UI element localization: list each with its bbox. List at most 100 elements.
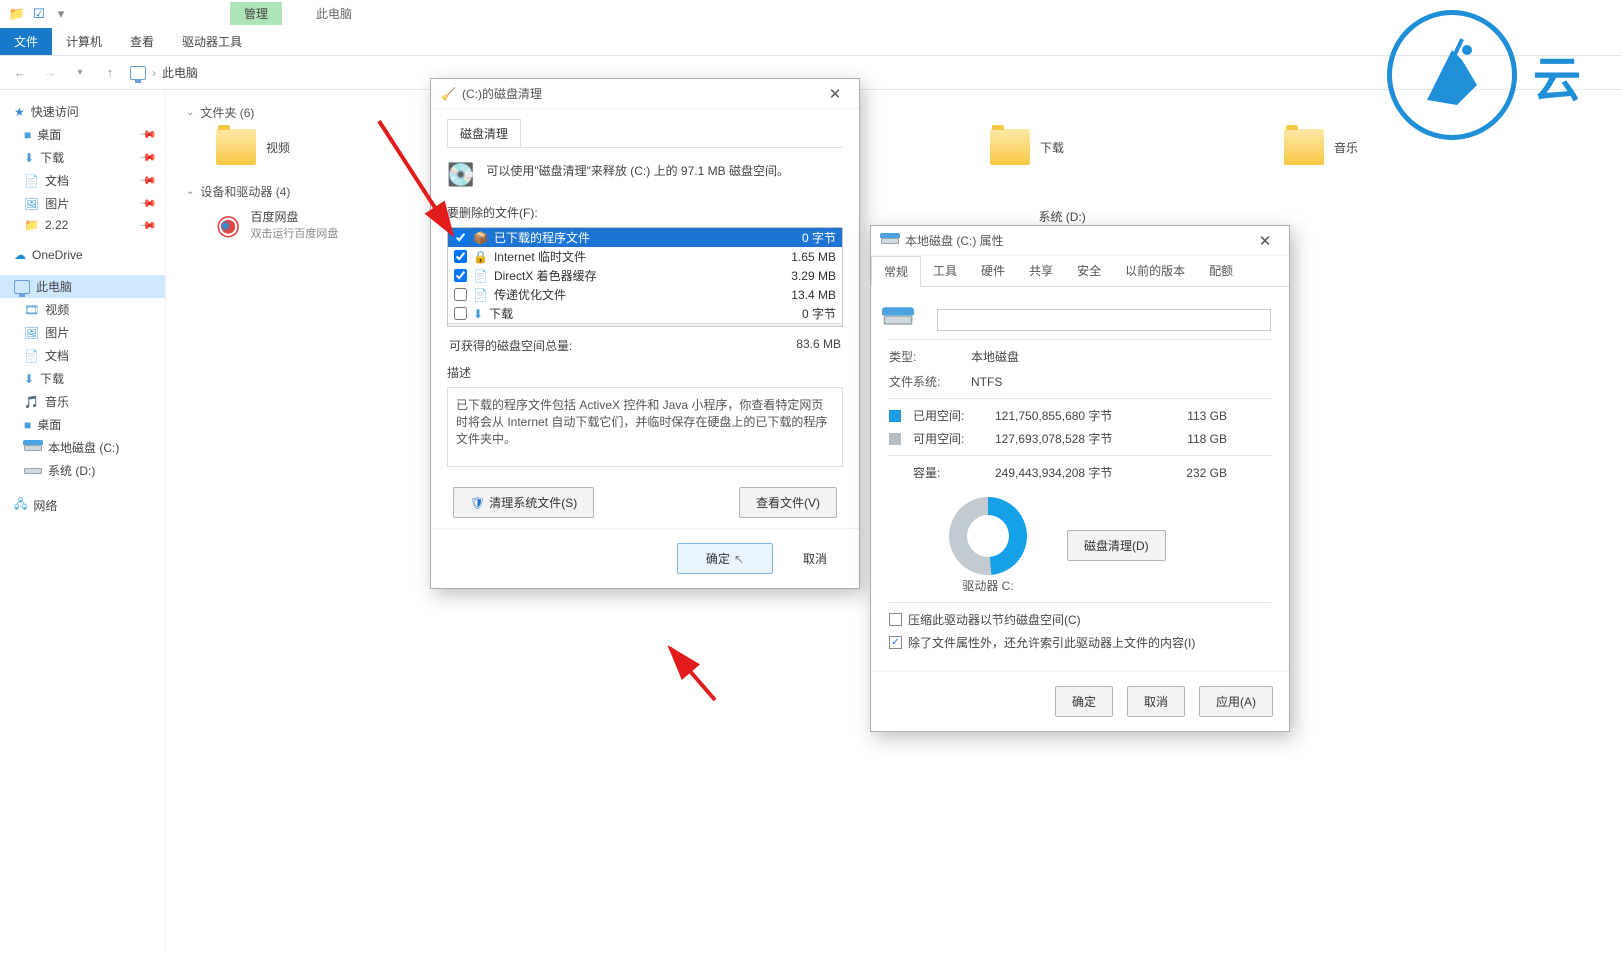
file-checkbox[interactable]	[454, 288, 467, 301]
drive-icon	[881, 238, 899, 244]
properties-tabs: 常规 工具 硬件 共享 安全 以前的版本 配额	[871, 256, 1289, 287]
drive-icon: 💽	[447, 162, 474, 188]
free-human: 118 GB	[1167, 432, 1227, 446]
checkbox-icon[interactable]: ☑	[30, 5, 48, 23]
file-row[interactable]: ⬇下载0 字节	[448, 304, 842, 323]
sidebar-item-downloads-pc[interactable]: ⬇下载	[0, 367, 165, 390]
shield-icon: 🛡	[470, 496, 485, 510]
sidebar-item-222[interactable]: 📁2.22📌	[0, 215, 165, 235]
sidebar-item-desktop[interactable]: ■桌面📌	[0, 123, 165, 146]
tab-sharing[interactable]: 共享	[1017, 256, 1065, 286]
file-checkbox[interactable]	[454, 231, 467, 244]
breadcrumb[interactable]: › 此电脑	[130, 64, 198, 81]
checkbox[interactable]	[889, 613, 902, 626]
ribbon-tab-drive-tools[interactable]: 驱动器工具	[168, 28, 256, 55]
tab-disk-cleanup[interactable]: 磁盘清理	[447, 119, 521, 147]
file-icon: 🔒	[473, 250, 488, 264]
sidebar-item-label: 视频	[45, 301, 69, 318]
sidebar-item-drive-d[interactable]: 系统 (D:)	[0, 459, 165, 482]
intro-text: 可以使用"磁盘清理"来释放 (C:) 上的 97.1 MB 磁盘空间。	[486, 162, 789, 179]
sidebar-item-label: 本地磁盘 (C:)	[48, 439, 119, 456]
dialog-titlebar[interactable]: 本地磁盘 (C:) 属性 ✕	[871, 226, 1289, 256]
disk-cleanup-button[interactable]: 磁盘清理(D)	[1067, 530, 1166, 561]
close-button[interactable]: ✕	[1251, 232, 1279, 250]
folder-videos[interactable]: 视频	[216, 129, 290, 165]
file-name: 已下载的程序文件	[494, 229, 760, 246]
up-button[interactable]: ↑	[100, 63, 120, 83]
folder-icon: 📁	[8, 5, 26, 23]
video-icon: 🎞	[24, 303, 39, 317]
list-scrollbar[interactable]: ◂▸	[448, 323, 842, 327]
ok-button[interactable]: 确定	[1055, 686, 1113, 717]
dialog-titlebar[interactable]: 🧹 (C:)的磁盘清理 ✕	[431, 79, 859, 109]
file-row[interactable]: 📄传递优化文件13.4 MB	[448, 285, 842, 304]
sidebar-item-desktop-pc[interactable]: ■桌面	[0, 413, 165, 436]
capacity-chart: 驱动器 C: 磁盘清理(D)	[949, 497, 1271, 594]
pin-icon: 📌	[139, 194, 158, 213]
sidebar-item-documents-pc[interactable]: 📄文档	[0, 344, 165, 367]
sidebar-item-music[interactable]: 🎵音乐	[0, 390, 165, 413]
file-icon: 📄	[473, 269, 488, 283]
sidebar-onedrive[interactable]: ☁OneDrive	[0, 245, 165, 265]
file-row[interactable]: 🔒Internet 临时文件1.65 MB	[448, 247, 842, 266]
contextual-tab[interactable]: 管理	[230, 2, 282, 25]
capacity-row: 容量:249,443,934,208 字节232 GB	[889, 464, 1271, 481]
sidebar-item-downloads[interactable]: ⬇下载📌	[0, 146, 165, 169]
close-button[interactable]: ✕	[821, 85, 849, 103]
folder-downloads[interactable]: 下载	[990, 129, 1064, 165]
tab-tools[interactable]: 工具	[921, 256, 969, 286]
file-checkbox[interactable]	[454, 307, 467, 320]
checkbox[interactable]: ✓	[889, 636, 902, 649]
ok-button[interactable]: 确定 ↖	[677, 543, 773, 574]
sidebar-item-drive-c[interactable]: 本地磁盘 (C:)	[0, 436, 165, 459]
folder-label: 音乐	[1334, 139, 1358, 156]
view-files-button[interactable]: 查看文件(V)	[739, 487, 837, 518]
file-checkbox[interactable]	[454, 250, 467, 263]
sidebar-quick-access[interactable]: ★ 快速访问	[0, 100, 165, 123]
sidebar-this-pc[interactable]: 此电脑	[0, 275, 165, 298]
ribbon-tab-view[interactable]: 查看	[116, 28, 168, 55]
history-dropdown[interactable]: ▾	[70, 63, 90, 83]
used-label: 已用空间:	[913, 407, 983, 424]
forward-button[interactable]: →	[40, 63, 60, 83]
dropdown-icon[interactable]: ▾	[52, 5, 70, 23]
sidebar-item-videos[interactable]: 🎞 视频	[0, 298, 165, 321]
compress-checkbox-row[interactable]: 压缩此驱动器以节约磁盘空间(C)	[889, 611, 1271, 628]
device-label: 系统 (D:)	[1038, 208, 1188, 225]
file-size: 0 字节	[766, 305, 836, 322]
sidebar-item-label: 文档	[45, 347, 69, 364]
device-sublabel: 双击运行百度网盘	[250, 225, 338, 241]
file-row[interactable]: 📄DirectX 着色器缓存3.29 MB	[448, 266, 842, 285]
fs-label: 文件系统:	[889, 373, 971, 390]
ribbon-tab-computer[interactable]: 计算机	[52, 28, 116, 55]
cancel-button[interactable]: 取消	[1127, 686, 1185, 717]
tab-general[interactable]: 常规	[871, 256, 921, 287]
files-list[interactable]: 📦已下载的程序文件0 字节 🔒Internet 临时文件1.65 MB 📄Dir…	[447, 227, 843, 327]
sidebar: ★ 快速访问 ■桌面📌 ⬇下载📌 📄文档📌 🖼图片 📌 📁2.22📌 ☁OneDr…	[0, 90, 166, 953]
sidebar-item-label: 图片	[45, 195, 69, 212]
back-button[interactable]: ←	[10, 63, 30, 83]
folder-music[interactable]: 音乐	[1284, 129, 1358, 165]
file-size: 0 字节	[766, 229, 836, 246]
apply-button[interactable]: 应用(A)	[1199, 686, 1273, 717]
drive-name-input[interactable]	[937, 309, 1271, 331]
clean-system-files-button[interactable]: 🛡清理系统文件(S)	[453, 487, 594, 518]
breadcrumb-location[interactable]: 此电脑	[162, 64, 198, 81]
file-row[interactable]: 📦已下载的程序文件0 字节	[448, 228, 842, 247]
tab-previous[interactable]: 以前的版本	[1113, 256, 1197, 286]
cancel-button[interactable]: 取消	[787, 543, 843, 574]
sidebar-item-pictures-pc[interactable]: 🖼图片	[0, 321, 165, 344]
cleanup-tabs: 磁盘清理	[447, 119, 843, 148]
device-baidu[interactable]: ◉◉ 百度网盘 双击运行百度网盘	[216, 208, 338, 241]
sidebar-item-pictures[interactable]: 🖼图片📌	[0, 192, 165, 215]
tab-security[interactable]: 安全	[1065, 256, 1113, 286]
ribbon-tab-file[interactable]: 文件	[0, 28, 52, 55]
sidebar-network[interactable]: 🖧网络	[0, 492, 165, 519]
sidebar-item-documents[interactable]: 📄文档📌	[0, 169, 165, 192]
group-devices[interactable]: ⌄设备和驱动器 (4)	[186, 183, 1601, 200]
file-checkbox[interactable]	[454, 269, 467, 282]
tab-quota[interactable]: 配额	[1197, 256, 1245, 286]
index-checkbox-row[interactable]: ✓除了文件属性外，还允许索引此驱动器上文件的内容(I)	[889, 634, 1271, 651]
gain-label: 可获得的磁盘空间总量:	[449, 337, 572, 354]
tab-hardware[interactable]: 硬件	[969, 256, 1017, 286]
